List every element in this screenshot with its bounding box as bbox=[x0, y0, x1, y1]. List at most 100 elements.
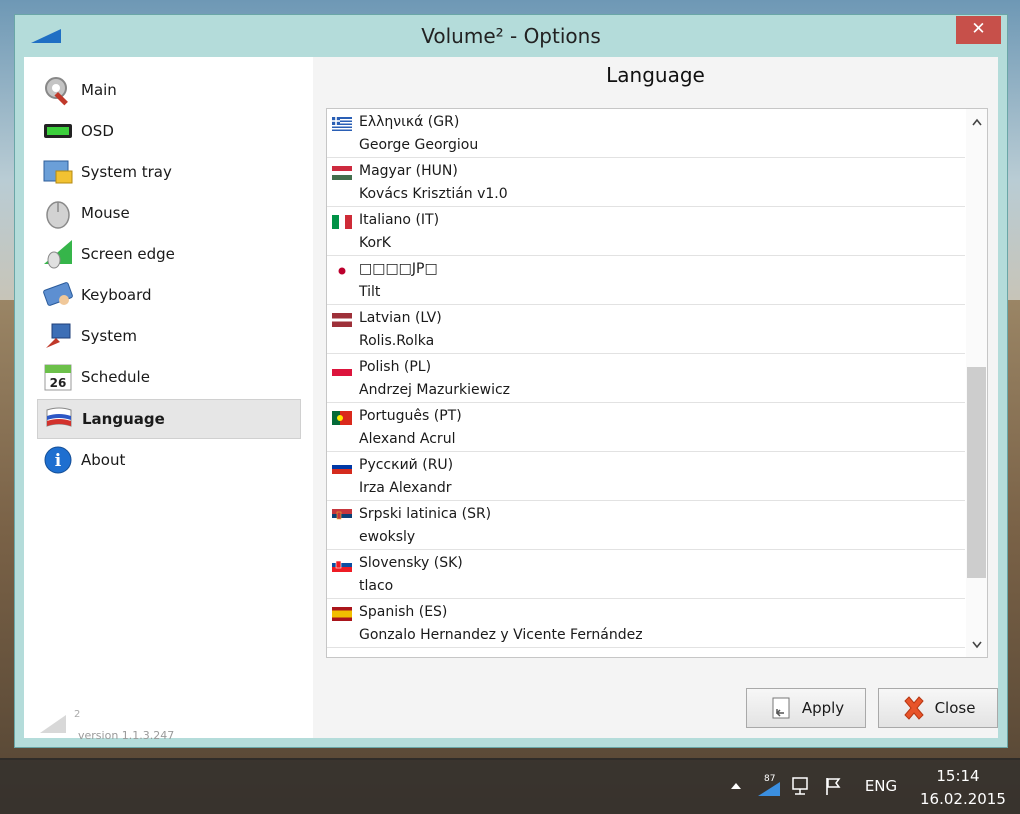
scroll-thumb[interactable] bbox=[967, 367, 986, 578]
poland-flag-icon bbox=[332, 362, 352, 376]
language-author: Irza Alexandr bbox=[359, 480, 452, 496]
latvia-flag-icon bbox=[332, 313, 352, 327]
list-scrollbar[interactable] bbox=[966, 109, 987, 657]
apply-button[interactable]: Apply bbox=[746, 688, 866, 728]
window-close-button[interactable]: ✕ bbox=[956, 16, 1001, 44]
sidebar-item-system-tray[interactable]: System tray bbox=[37, 152, 301, 192]
taskbar: 87 ENG 15:14 16.02.2015 bbox=[0, 758, 1020, 814]
sidebar-item-keyboard[interactable]: Keyboard bbox=[37, 275, 301, 315]
close-button[interactable]: Close bbox=[878, 688, 998, 728]
options-window: Volume² - Options ✕ Main OSD System tray… bbox=[14, 14, 1008, 748]
sidebar-item-about[interactable]: i About bbox=[37, 440, 301, 480]
language-author: Gonzalo Hernandez y Vicente Fernández bbox=[359, 627, 643, 643]
sidebar-item-label: Schedule bbox=[81, 368, 150, 386]
language-author: tlaco bbox=[359, 578, 394, 594]
clock-date[interactable]: 16.02.2015 bbox=[920, 790, 1006, 808]
sidebar-item-label: Mouse bbox=[81, 204, 130, 222]
language-name: □□□□JP□ bbox=[359, 261, 438, 277]
calendar-day-text: 26 bbox=[50, 376, 67, 390]
mouse-icon bbox=[41, 196, 75, 230]
sidebar-item-label: Screen edge bbox=[81, 245, 175, 263]
sidebar-item-main[interactable]: Main bbox=[37, 70, 301, 110]
language-name: Русский (RU) bbox=[359, 457, 454, 473]
title-bar[interactable]: Volume² - Options ✕ bbox=[15, 15, 1007, 57]
apply-label: Apply bbox=[801, 699, 845, 717]
list-item[interactable]: Magyar (HUN) Kovács Krisztián v1.0 bbox=[327, 158, 965, 207]
sidebar-item-schedule[interactable]: 26 Schedule bbox=[37, 357, 301, 397]
sidebar-item-language[interactable]: Language bbox=[37, 399, 301, 439]
language-name: Slovensky (SK) bbox=[359, 555, 463, 571]
system-tray-icon bbox=[41, 155, 75, 189]
language-panel: Language Ελληνικά (GR) George Georgiou M… bbox=[313, 57, 998, 738]
apply-icon bbox=[768, 695, 794, 721]
sidebar-item-label: Keyboard bbox=[81, 286, 152, 304]
info-glyph: i bbox=[55, 451, 62, 471]
language-author: George Georgiou bbox=[359, 137, 479, 153]
sidebar-item-screen-edge[interactable]: Screen edge bbox=[37, 234, 301, 274]
sidebar-item-system[interactable]: System bbox=[37, 316, 301, 356]
info-icon: i bbox=[41, 443, 75, 477]
volume-logo-icon: 2 bbox=[40, 709, 80, 733]
clock-time[interactable]: 15:14 bbox=[920, 767, 996, 785]
language-author: Andrzej Mazurkiewicz bbox=[359, 382, 511, 398]
russia-flag-icon bbox=[332, 460, 352, 474]
portugal-flag-icon bbox=[332, 411, 352, 425]
network-icon[interactable] bbox=[788, 758, 814, 814]
greece-flag-icon bbox=[332, 117, 352, 131]
language-author: Alexand Acrul bbox=[359, 431, 456, 447]
language-name: Spanish (ES) bbox=[359, 604, 448, 620]
page-title: Language bbox=[606, 63, 705, 87]
list-item[interactable]: □□□□JP□ Tilt bbox=[327, 256, 965, 305]
scroll-up-arrow-icon[interactable] bbox=[966, 112, 987, 132]
window-client: Main OSD System tray Mouse Screen edge K… bbox=[24, 57, 998, 742]
slovakia-flag-icon bbox=[332, 558, 352, 572]
language-author: Rolis.Rolka bbox=[359, 333, 435, 349]
close-label: Close bbox=[934, 699, 976, 717]
sidebar-item-label: Main bbox=[81, 81, 117, 99]
red-x-icon bbox=[901, 695, 927, 721]
sidebar-item-label: System tray bbox=[81, 163, 172, 181]
language-author: ewoksly bbox=[359, 529, 416, 545]
tray-volume-level: 87 bbox=[764, 774, 775, 784]
japan-flag-icon bbox=[332, 264, 352, 278]
tray-volume-icon[interactable]: 87 bbox=[754, 758, 784, 814]
italy-flag-icon bbox=[332, 215, 352, 229]
list-item[interactable]: Русский (RU) Irza Alexandr bbox=[327, 452, 965, 501]
input-language-indicator[interactable]: ENG bbox=[858, 758, 904, 814]
language-name: Português (PT) bbox=[359, 408, 462, 424]
show-hidden-icons-icon[interactable] bbox=[726, 758, 746, 814]
sidebar-item-label: Language bbox=[82, 410, 165, 428]
list-item[interactable]: Polish (PL) Andrzej Mazurkiewicz bbox=[327, 354, 965, 403]
language-author: KorK bbox=[359, 235, 391, 251]
window-title: Volume² - Options bbox=[421, 24, 601, 48]
language-list[interactable]: Ελληνικά (GR) George Georgiou Magyar (HU… bbox=[326, 108, 988, 658]
list-item[interactable]: Latvian (LV) Rolis.Rolka bbox=[327, 305, 965, 354]
sidebar-item-label: OSD bbox=[81, 122, 114, 140]
spain-flag-icon bbox=[332, 607, 352, 621]
wrench-gear-icon bbox=[41, 73, 75, 107]
list-item[interactable]: Spanish (ES) Gonzalo Hernandez y Vicente… bbox=[327, 599, 965, 648]
logo-superscript: 2 bbox=[74, 709, 80, 720]
screen-edge-icon bbox=[41, 237, 75, 271]
version-label: version 1.1.3.247 bbox=[78, 729, 175, 742]
list-item[interactable]: Português (PT) Alexand Acrul bbox=[327, 403, 965, 452]
sidebar-item-mouse[interactable]: Mouse bbox=[37, 193, 301, 233]
language-author: Kovács Krisztián v1.0 bbox=[359, 186, 508, 202]
sidebar-item-osd[interactable]: OSD bbox=[37, 111, 301, 151]
calendar-icon: 26 bbox=[41, 360, 75, 394]
system-icon bbox=[41, 319, 75, 353]
language-name: Latvian (LV) bbox=[359, 310, 442, 326]
list-item[interactable]: Ελληνικά (GR) George Georgiou bbox=[327, 109, 965, 158]
action-center-flag-icon[interactable] bbox=[820, 758, 846, 814]
language-name: Italiano (IT) bbox=[359, 212, 440, 228]
list-item[interactable]: Italiano (IT) KorK bbox=[327, 207, 965, 256]
hungary-flag-icon bbox=[332, 166, 352, 180]
language-author: Tilt bbox=[359, 284, 381, 300]
sidebar-item-label: About bbox=[81, 451, 126, 469]
language-name: Srpski latinica (SR) bbox=[359, 506, 492, 522]
language-name: Magyar (HUN) bbox=[359, 163, 458, 179]
list-item[interactable]: Srpski latinica (SR) ewoksly bbox=[327, 501, 965, 550]
osd-bar-icon bbox=[41, 114, 75, 148]
scroll-down-arrow-icon[interactable] bbox=[966, 635, 987, 655]
list-item[interactable]: Slovensky (SK) tlaco bbox=[327, 550, 965, 599]
